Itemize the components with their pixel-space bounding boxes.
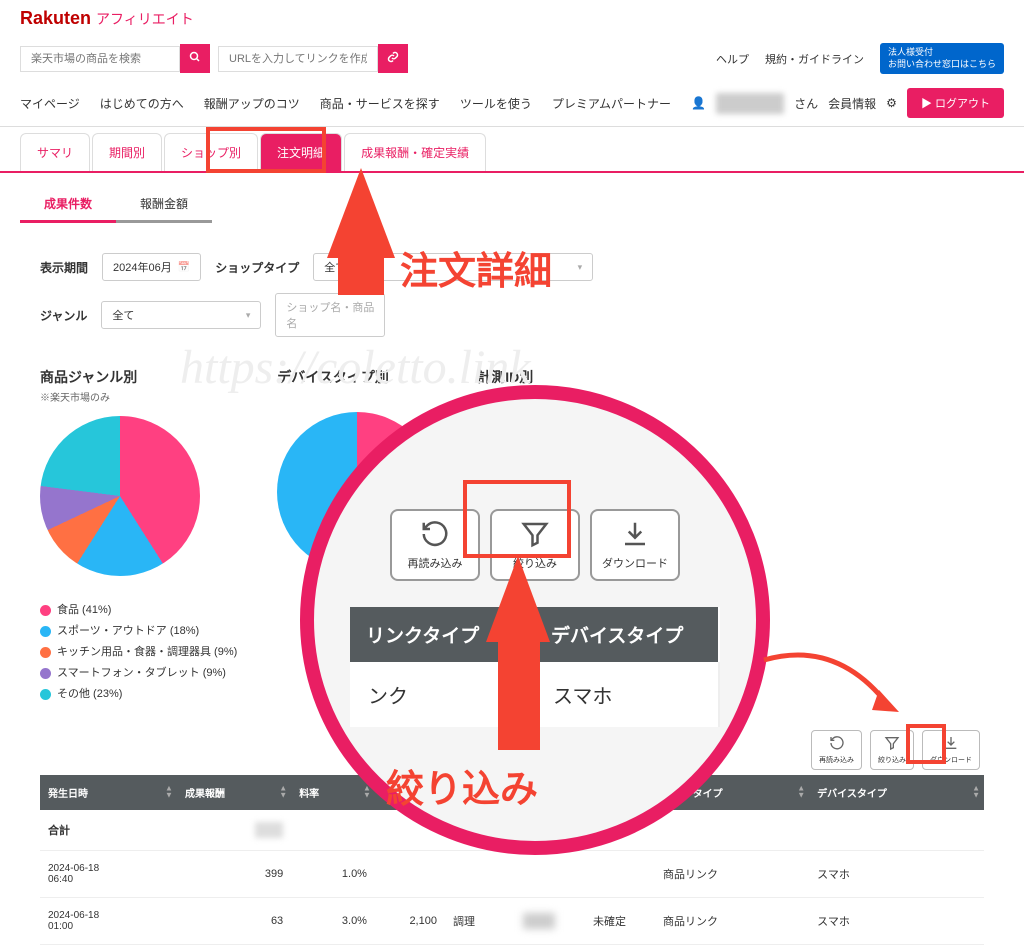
- table-row: 2024-06-18 06:40 399 1.0% 商品リンク スマホ: [40, 850, 984, 897]
- nav-mypage[interactable]: マイページ: [20, 95, 80, 112]
- table-row: 2024-06-18 01:00 63 3.0% 2,100 調理 未確定 商品…: [40, 897, 984, 944]
- period-select[interactable]: 2024年06月: [102, 253, 201, 281]
- tab-results[interactable]: 成果報酬・確定実績: [344, 133, 486, 171]
- product-search: [20, 44, 210, 73]
- nav-premium[interactable]: プレミアムパートナー: [552, 95, 671, 112]
- help-link[interactable]: ヘルプ: [716, 51, 749, 67]
- annotation-text-order-detail: 注文詳細: [400, 240, 552, 295]
- chart3-title: 計測ID別: [477, 367, 637, 387]
- calendar-icon: [178, 261, 190, 273]
- product-search-button[interactable]: [180, 44, 210, 73]
- nav-reward-tips[interactable]: 報酬アップのコツ: [204, 95, 300, 112]
- annotation-arrow-up2: [486, 556, 550, 642]
- th-reward[interactable]: 成果報酬▲▼: [177, 775, 291, 810]
- legend-item: キッチン用品・食器・調理器具 (9%): [40, 642, 237, 663]
- url-link-creator: [218, 44, 408, 73]
- tab-period[interactable]: 期間別: [92, 133, 162, 171]
- genre-label: ジャンル: [40, 307, 87, 324]
- genre-select[interactable]: 全て: [101, 301, 261, 329]
- tab-summary[interactable]: サマリ: [20, 133, 90, 171]
- username-blurred: [716, 93, 784, 114]
- annotation-text-filter: 絞り込み: [386, 758, 538, 813]
- legend-item: その他 (23%): [40, 684, 237, 705]
- member-info-link[interactable]: 会員情報: [828, 95, 876, 112]
- annotation-arrow-up: [327, 168, 395, 258]
- subtab-amount[interactable]: 報酬金額: [116, 187, 212, 223]
- legend-item: 食品 (41%): [40, 600, 237, 621]
- annotation-arrow-stem: [338, 255, 384, 295]
- chart1-sub: ※楽天市場のみ: [40, 389, 237, 404]
- nav-tools[interactable]: ツールを使う: [460, 95, 532, 112]
- url-link-button[interactable]: [378, 44, 408, 73]
- th-date[interactable]: 発生日時▲▼: [40, 775, 177, 810]
- zoom-download-button: ダウンロード: [590, 509, 680, 581]
- annotation-box-tab: [206, 127, 326, 173]
- keyword-input[interactable]: ショップ名・商品名: [275, 293, 385, 337]
- product-search-input[interactable]: [20, 46, 180, 72]
- legend-item: スマートフォン・タブレット (9%): [40, 663, 237, 684]
- nav-beginners[interactable]: はじめての方へ: [100, 95, 184, 112]
- chart-legend: 食品 (41%) スポーツ・アウトドア (18%) キッチン用品・食器・調理器具…: [40, 600, 237, 704]
- user-icon: 👤: [691, 96, 706, 110]
- pie-chart-genre: [40, 416, 200, 576]
- annotation-box-filter-zoom: [463, 480, 571, 558]
- chart1-title: 商品ジャンル別: [40, 367, 237, 387]
- site-logo[interactable]: Rakuten アフィリエイト: [20, 8, 194, 29]
- chart2-title: デバイスタイプ別: [277, 367, 437, 387]
- logout-button[interactable]: ▶ ログアウト: [907, 88, 1004, 118]
- annotation-arrow-stem2: [498, 640, 540, 750]
- shoptype-label: ショップタイプ: [215, 259, 299, 276]
- contact-button[interactable]: 法人様受付 お問い合わせ窓口はこちら: [880, 43, 1004, 74]
- subtab-count[interactable]: 成果件数: [20, 187, 116, 223]
- terms-link[interactable]: 規約・ガイドライン: [765, 51, 864, 67]
- url-input[interactable]: [218, 46, 378, 72]
- gear-icon[interactable]: ⚙: [886, 96, 897, 110]
- chevron-down-icon: [578, 261, 583, 273]
- annotation-box-filter-mini: [906, 724, 946, 764]
- chevron-down-icon: [246, 309, 251, 321]
- period-label: 表示期間: [40, 259, 88, 276]
- th-device[interactable]: デバイスタイプ▲▼: [809, 775, 984, 810]
- legend-item: スポーツ・アウトドア (18%): [40, 621, 237, 642]
- nav-products[interactable]: 商品・サービスを探す: [320, 95, 440, 112]
